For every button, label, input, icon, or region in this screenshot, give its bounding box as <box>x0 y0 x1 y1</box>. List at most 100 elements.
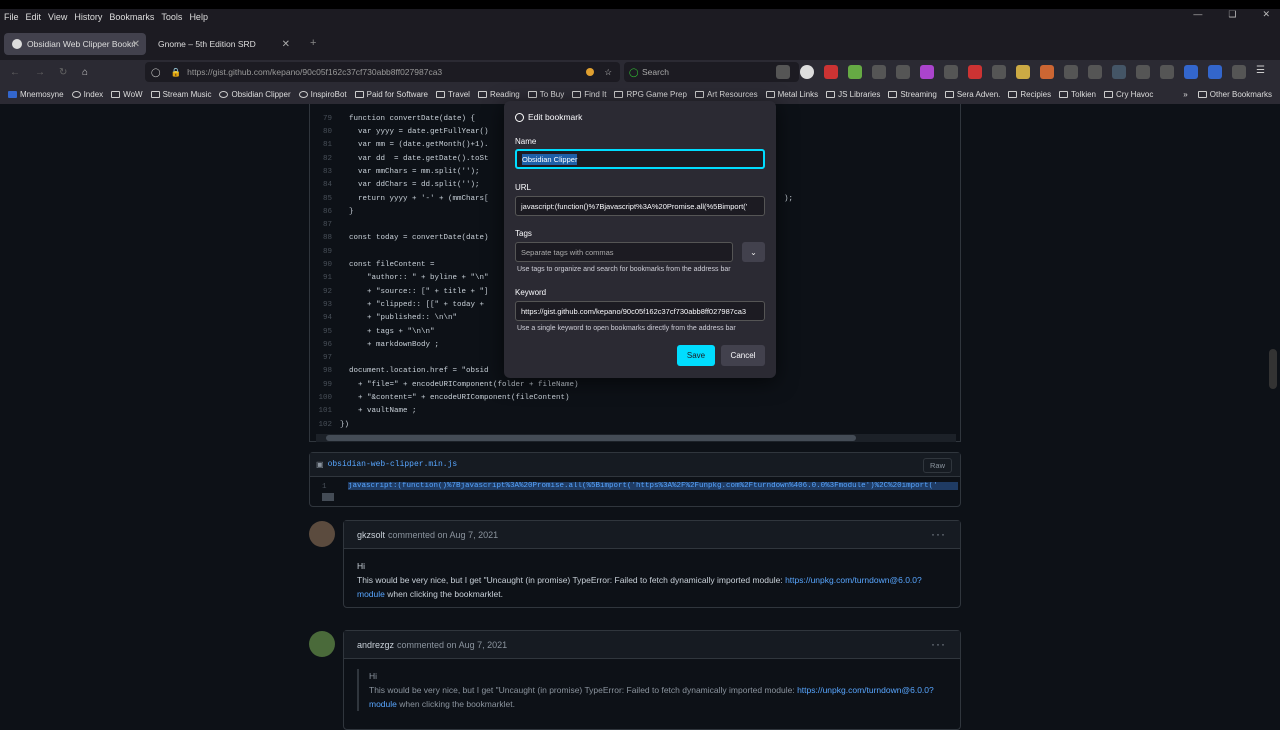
url-field[interactable]: javascript:(function()%7Bjavascript%3A%2… <box>515 196 765 216</box>
comment-body: Hi This would be very nice, but I get "U… <box>344 549 960 611</box>
restore-icon[interactable]: ❑ <box>1228 9 1236 20</box>
account-icon[interactable] <box>800 65 814 79</box>
cancel-button[interactable]: Cancel <box>721 345 765 366</box>
star-icon[interactable]: ☆ <box>604 67 612 78</box>
code-text: const fileContent = <box>340 261 435 270</box>
bookmark-folder[interactable]: Stream Music <box>150 90 211 99</box>
menu-file[interactable]: File <box>4 12 19 22</box>
extension-icon[interactable] <box>1040 65 1054 79</box>
bookmark-folder[interactable]: To Buy <box>527 90 564 99</box>
bookmark-folder[interactable]: RPG Game Prep <box>614 90 687 99</box>
bookmark-item[interactable]: Index <box>71 90 103 99</box>
comment-author[interactable]: gkzsolt <box>357 530 385 540</box>
scrollbar-thumb[interactable] <box>322 493 334 501</box>
extension-icon[interactable] <box>1232 65 1246 79</box>
extension-icon[interactable] <box>1088 65 1102 79</box>
comment-date[interactable]: commented on Aug 7, 2021 <box>397 640 507 650</box>
bookmark-folder[interactable]: WoW <box>111 90 143 99</box>
code-line: 100 + "&content=" + encodeURIComponent(f… <box>310 391 960 405</box>
bookmark-folder[interactable]: Streaming <box>888 90 937 99</box>
bookmark-item[interactable]: Obsidian Clipper <box>219 90 291 99</box>
bookmark-folder[interactable]: Paid for Software <box>354 90 428 99</box>
back-icon[interactable]: ← <box>10 67 20 78</box>
bookmark-folder[interactable]: Metal Links <box>765 90 818 99</box>
extension-icon[interactable] <box>586 68 594 76</box>
line-number: 81 <box>322 141 332 150</box>
menu-edit[interactable]: Edit <box>26 12 42 22</box>
menu-bookmarks[interactable]: Bookmarks <box>109 12 154 22</box>
tab-gnome[interactable]: Gnome – 5th Edition SRD ✕ <box>150 33 296 55</box>
comment-author[interactable]: andrezgz <box>357 640 394 650</box>
menu-help[interactable]: Help <box>189 12 208 22</box>
folder-icon <box>111 90 121 98</box>
code-text: }) <box>340 420 350 429</box>
extension-icon[interactable] <box>992 65 1006 79</box>
code-text: return yyyy + '-' + (mmChars[ <box>340 194 489 203</box>
bookmark-folder[interactable]: Find It <box>572 90 606 99</box>
library-icon[interactable] <box>1136 65 1150 79</box>
globe-icon <box>298 90 308 98</box>
scrollbar-thumb[interactable] <box>326 435 856 441</box>
bookmark-folder[interactable]: Sera Adven. <box>944 90 1000 99</box>
bookmark-item[interactable]: InspiroBot <box>298 90 347 99</box>
extension-icon[interactable] <box>1184 65 1198 79</box>
url-bar[interactable]: ◯ 🔒 https://gist.github.com/kepano/90c05… <box>145 62 620 82</box>
extension-icon[interactable] <box>968 65 982 79</box>
adblock-icon[interactable] <box>824 65 838 79</box>
extension-icon[interactable] <box>1112 65 1126 79</box>
folder-icon <box>1104 90 1113 98</box>
extension-icon[interactable] <box>872 65 886 79</box>
name-field[interactable]: Obsidian Clipper <box>515 149 765 169</box>
bookmark-folder[interactable]: Art Resources <box>694 90 758 99</box>
avatar[interactable] <box>309 521 335 547</box>
more-options-icon[interactable]: ··· <box>931 637 946 651</box>
menu-view[interactable]: View <box>48 12 67 22</box>
tab-obsidian-clipper[interactable]: Obsidian Web Clipper Bookma ✕ <box>4 33 146 55</box>
extension-icon[interactable] <box>1208 65 1222 79</box>
save-button[interactable]: Save <box>677 345 715 366</box>
pocket-icon[interactable] <box>776 65 790 79</box>
sidebar-icon[interactable] <box>1160 65 1174 79</box>
home-icon[interactable]: ⌂ <box>82 67 88 78</box>
comment-header: andrezgz commented on Aug 7, 2021 ··· <box>344 631 960 659</box>
shield-icon[interactable]: ◯ <box>151 67 161 78</box>
bookmark-folder[interactable]: Cry Havoc <box>1104 90 1153 99</box>
avatar[interactable] <box>309 631 335 657</box>
vertical-scrollbar[interactable] <box>1269 349 1277 389</box>
tags-field[interactable]: Separate tags with commas <box>515 242 733 262</box>
code-line: 99 + "file=" + encodeURIComponent(folder… <box>310 378 960 392</box>
minimize-icon[interactable]: — <box>1193 9 1202 20</box>
close-icon[interactable]: ✕ <box>1262 9 1270 20</box>
extension-icon[interactable] <box>1064 65 1078 79</box>
line-number: 80 <box>322 128 332 137</box>
extension-icon[interactable] <box>1016 65 1030 79</box>
more-options-icon[interactable]: ··· <box>931 527 946 541</box>
search-bar[interactable]: ◯ Search <box>624 62 799 82</box>
hamburger-menu-icon[interactable]: ☰ <box>1256 65 1270 79</box>
close-tab-icon[interactable]: ✕ <box>282 39 290 50</box>
comment-date[interactable]: commented on Aug 7, 2021 <box>388 530 498 540</box>
menu-tools[interactable]: Tools <box>161 12 182 22</box>
new-tab-icon[interactable]: + <box>310 37 316 49</box>
chevron-down-icon[interactable]: ⌄ <box>742 242 765 262</box>
extension-icon[interactable] <box>920 65 934 79</box>
raw-button[interactable]: Raw <box>922 458 952 473</box>
extension-icon[interactable] <box>848 65 862 79</box>
forward-icon[interactable]: → <box>35 67 45 78</box>
bookmark-folder[interactable]: Recipies <box>1008 90 1051 99</box>
bookmark-folder[interactable]: JS Libraries <box>826 90 880 99</box>
file-name[interactable]: obsidian-web-clipper.min.js <box>328 460 458 469</box>
close-tab-icon[interactable]: ✕ <box>132 39 140 50</box>
bookmark-folder[interactable]: Reading <box>477 90 520 99</box>
keyword-field[interactable]: https://gist.github.com/kepano/90c05f162… <box>515 301 765 321</box>
chevron-right-icon[interactable]: » <box>1183 90 1187 99</box>
extension-icon[interactable] <box>896 65 910 79</box>
bookmark-folder[interactable]: Tolkien <box>1059 90 1096 99</box>
reload-icon[interactable]: ↻ <box>59 67 67 78</box>
menu-history[interactable]: History <box>74 12 102 22</box>
bookmark-folder[interactable]: Travel <box>436 90 470 99</box>
horizontal-scrollbar[interactable] <box>316 434 956 442</box>
extension-icon[interactable] <box>944 65 958 79</box>
other-bookmarks[interactable]: » Other Bookmarks <box>1177 89 1272 99</box>
bookmark-item[interactable]: Mnemosyne <box>8 90 64 99</box>
